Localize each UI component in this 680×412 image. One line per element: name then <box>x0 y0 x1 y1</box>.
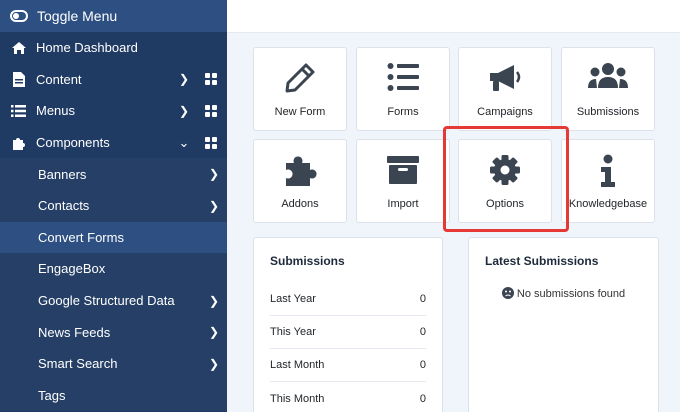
stat-value: 0 <box>419 392 426 405</box>
chevron-right-icon[interactable]: ❯ <box>207 199 221 213</box>
tile-label: Addons <box>281 198 319 210</box>
tile-forms[interactable]: Forms <box>356 47 450 131</box>
chevron-right-icon[interactable]: ❯ <box>207 294 221 308</box>
archive-icon <box>387 156 419 184</box>
stat-label: This Month <box>270 392 325 405</box>
stat-row: Last Month 0 <box>270 349 426 382</box>
toggle-icon <box>10 9 28 23</box>
dashboard-grid-icon[interactable] <box>205 136 217 149</box>
sidebar-item-label: Menus <box>36 103 76 119</box>
submissions-title: Submissions <box>270 254 345 268</box>
file-icon <box>10 71 27 87</box>
tile-label: Forms <box>387 106 419 118</box>
tile-label: Submissions <box>576 106 640 118</box>
list-icon <box>387 63 419 91</box>
chevron-right-icon[interactable]: ❯ <box>207 167 221 181</box>
tile-knowledgebase[interactable]: Knowledgebase <box>561 139 655 223</box>
info-icon <box>601 154 615 187</box>
sidebar-item-content[interactable]: Content ❯ <box>0 64 227 96</box>
toggle-menu-label: Toggle Menu <box>37 8 118 24</box>
empty-state-text: No submissions found <box>516 288 626 300</box>
puzzle-icon <box>286 156 317 186</box>
tile-label: New Form <box>274 106 326 118</box>
tile-label: Import <box>387 198 419 210</box>
latest-submissions-card: Latest Submissions No submissions found <box>468 237 659 412</box>
stat-value: 0 <box>419 359 426 371</box>
sidebar-item-components[interactable]: Components ⌄ <box>0 127 227 159</box>
dashboard-grid-icon[interactable] <box>205 73 217 86</box>
sidebar-subitem-label: Google Structured Data <box>38 293 175 309</box>
toggle-menu-button[interactable]: Toggle Menu <box>0 0 227 32</box>
users-icon <box>588 63 628 88</box>
stat-value: 0 <box>419 293 426 305</box>
top-bar <box>227 0 680 33</box>
sidebar-subitem-label: EngageBox <box>38 261 106 277</box>
gear-icon <box>490 155 520 185</box>
dashboard-grid-icon[interactable] <box>205 104 217 117</box>
sidebar-subitem-label: News Feeds <box>38 324 111 340</box>
empty-state: No submissions found <box>469 287 658 300</box>
stat-label: Last Month <box>270 359 325 371</box>
tile-options[interactable]: Options <box>458 139 552 223</box>
stat-row: This Month 0 <box>270 382 426 412</box>
sidebar-subitem-engagebox[interactable]: EngageBox <box>0 253 227 285</box>
sidebar-subitem-contacts[interactable]: Contacts ❯ <box>0 189 227 222</box>
tile-label: Knowledgebase <box>568 198 648 210</box>
sidebar-item-home-dashboard[interactable]: Home Dashboard <box>0 32 227 64</box>
stat-row: This Year 0 <box>270 316 426 349</box>
sidebar-item-label: Content <box>36 71 82 87</box>
stat-value: 0 <box>419 326 426 338</box>
tile-import[interactable]: Import <box>356 139 450 223</box>
sidebar-subitem-smart-search[interactable]: Smart Search ❯ <box>0 347 227 380</box>
sidebar-subitem-label: Smart Search <box>38 356 118 372</box>
submissions-card: Submissions Last Year 0 This Year 0 Last… <box>253 237 443 412</box>
sidebar-subitem-label: Convert Forms <box>38 229 124 245</box>
frown-icon <box>501 287 514 299</box>
chevron-right-icon[interactable]: ❯ <box>207 325 221 339</box>
sidebar: Toggle Menu Home Dashboard Content ❯ Men… <box>0 0 227 412</box>
sidebar-item-menus[interactable]: Menus ❯ <box>0 95 227 127</box>
stat-label: Last Year <box>270 293 316 305</box>
tile-label: Campaigns <box>477 106 533 118</box>
sidebar-subitem-label: Contacts <box>38 198 90 214</box>
sidebar-item-label: Home Dashboard <box>36 40 138 56</box>
stat-row: Last Year 0 <box>270 283 426 316</box>
chevron-right-icon[interactable]: ❯ <box>177 72 191 86</box>
tile-new-form[interactable]: New Form <box>253 47 347 131</box>
tile-campaigns[interactable]: Campaigns <box>458 47 552 131</box>
sidebar-item-label: Components <box>36 135 110 151</box>
chevron-right-icon[interactable]: ❯ <box>177 104 191 118</box>
sidebar-subitem-google-structured-data[interactable]: Google Structured Data ❯ <box>0 284 227 317</box>
home-icon <box>10 41 27 55</box>
list-icon <box>10 104 27 117</box>
tile-label: Options <box>486 198 524 210</box>
sidebar-subitem-banners[interactable]: Banners ❯ <box>0 158 227 190</box>
tile-submissions[interactable]: Submissions <box>561 47 655 131</box>
tile-addons[interactable]: Addons <box>253 139 347 223</box>
megaphone-icon <box>490 65 521 91</box>
puzzle-icon <box>10 135 27 151</box>
sidebar-subitem-tags[interactable]: Tags <box>0 379 227 412</box>
latest-submissions-title: Latest Submissions <box>485 254 599 268</box>
sidebar-subitem-label: Tags <box>38 387 66 403</box>
sidebar-subitem-label: Banners <box>38 166 87 182</box>
sidebar-subitem-convert-forms[interactable]: Convert Forms <box>0 221 227 254</box>
chevron-down-icon[interactable]: ⌄ <box>177 135 191 151</box>
chevron-right-icon[interactable]: ❯ <box>207 357 221 371</box>
pencil-icon <box>285 63 315 93</box>
sidebar-subitem-news-feeds[interactable]: News Feeds ❯ <box>0 316 227 348</box>
stat-label: This Year <box>270 326 316 338</box>
